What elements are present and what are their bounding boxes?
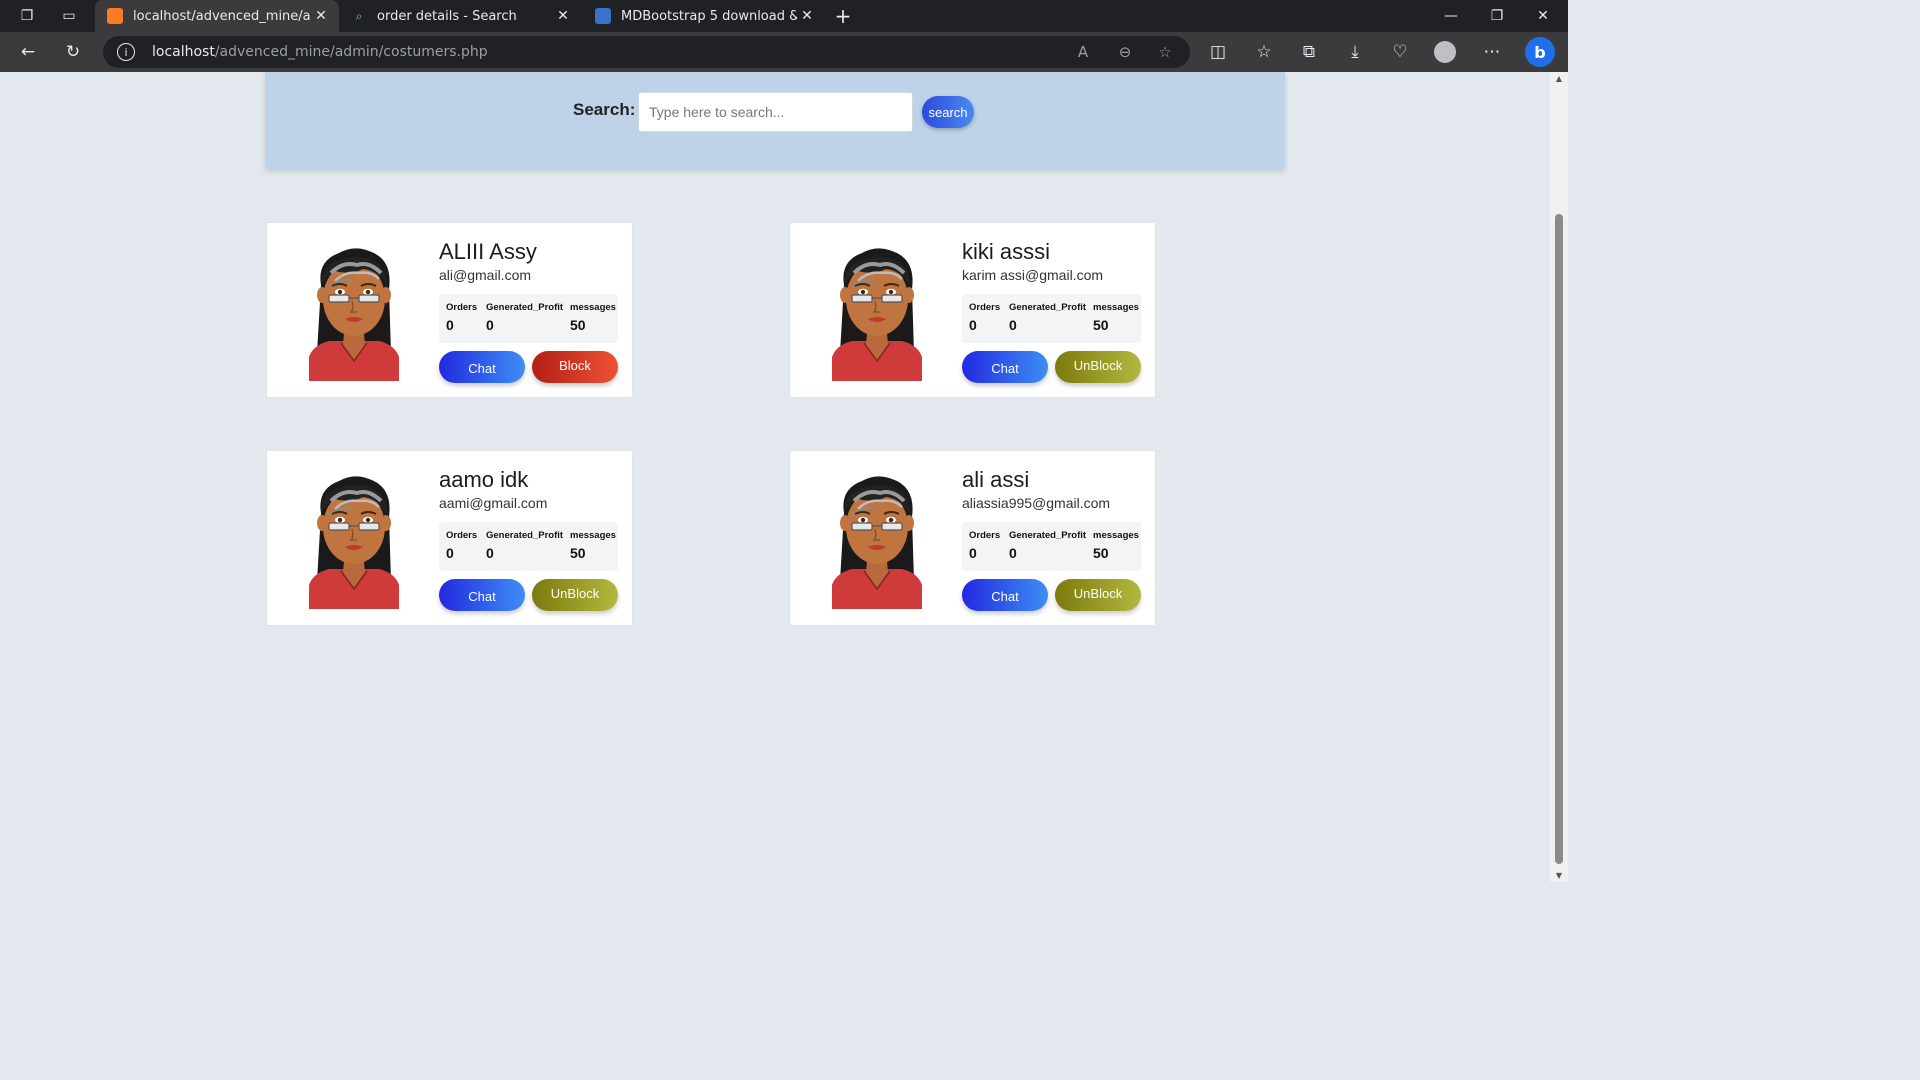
read-aloud-icon[interactable]: A xyxy=(1071,40,1095,64)
close-tab-icon[interactable]: ✕ xyxy=(553,8,573,24)
messages-label: messages xyxy=(570,530,616,541)
search-label: Search: xyxy=(573,100,636,119)
profit-label: Generated_Profit xyxy=(486,302,564,313)
profit-label: Generated_Profit xyxy=(1009,302,1087,313)
profit-label: Generated_Profit xyxy=(1009,530,1087,541)
back-icon[interactable]: ← xyxy=(12,32,44,72)
messages-value: 50 xyxy=(570,317,586,333)
tab-title: MDBootstrap 5 download & inst xyxy=(621,8,797,24)
more-options-icon[interactable]: ⋯ xyxy=(1476,32,1508,72)
customer-email: ali@gmail.com xyxy=(439,267,532,283)
customer-email: aami@gmail.com xyxy=(439,495,548,511)
scroll-thumb[interactable] xyxy=(1555,214,1563,864)
profit-label: Generated_Profit xyxy=(486,530,564,541)
avatar xyxy=(309,248,399,381)
site-info-icon[interactable]: i xyxy=(117,43,135,61)
orders-label: Orders xyxy=(446,302,478,313)
customer-name: ALIII Assy xyxy=(439,239,537,264)
scrollbar[interactable]: ▲ ▼ xyxy=(1550,72,1568,882)
orders-value: 0 xyxy=(969,317,977,333)
new-tab-icon[interactable]: + xyxy=(820,0,866,32)
search-icon: ⌕ xyxy=(355,8,363,23)
customer-stats: Orders Generated_Profit messages 0 0 50 xyxy=(439,294,618,343)
chat-button[interactable]: Chat xyxy=(439,579,525,611)
avatar xyxy=(309,476,399,609)
refresh-icon[interactable]: ↻ xyxy=(57,32,89,72)
orders-value: 0 xyxy=(446,317,454,333)
tab-actions-icon[interactable]: ▭ xyxy=(46,0,92,32)
avatar xyxy=(832,476,922,609)
tab-title: localhost/advenced_mine/admin xyxy=(133,8,311,24)
customer-card: ALIII Assy ali@gmail.com Orders Generate… xyxy=(266,222,633,398)
chat-button[interactable]: Chat xyxy=(439,351,525,383)
customer-name: ali assi xyxy=(962,467,1030,492)
messages-label: messages xyxy=(1093,530,1139,541)
block-button[interactable]: Block xyxy=(532,351,618,383)
customer-stats: Orders Generated_Profit messages 0 0 50 xyxy=(962,294,1141,343)
chat-button[interactable]: Chat xyxy=(962,351,1048,383)
customer-stats: Orders Generated_Profit messages 0 0 50 xyxy=(439,522,618,571)
close-tab-icon[interactable]: ✕ xyxy=(797,8,817,24)
browser-essentials-icon[interactable]: ♡ xyxy=(1384,32,1416,72)
favorite-star-icon[interactable]: ☆ xyxy=(1153,40,1177,64)
page-viewport: Search: search ALIII Assy ali@gmail.com … xyxy=(0,72,1550,882)
close-tab-icon[interactable]: ✕ xyxy=(311,8,331,24)
mdb-icon xyxy=(595,8,611,24)
messages-value: 50 xyxy=(1093,545,1109,561)
tab-title: order details - Search xyxy=(377,8,517,24)
orders-label: Orders xyxy=(969,302,1001,313)
customer-card: aamo idk aami@gmail.com Orders Generated… xyxy=(266,450,633,626)
messages-label: messages xyxy=(1093,302,1139,313)
chat-button[interactable]: Chat xyxy=(962,579,1048,611)
avatar xyxy=(832,248,922,381)
profit-value: 0 xyxy=(486,545,494,561)
messages-label: messages xyxy=(570,302,616,313)
browser-toolbar: ← ↻ i localhost/advenced_mine/admin/cost… xyxy=(0,32,1568,72)
close-window-icon[interactable]: ✕ xyxy=(1520,0,1566,32)
browser-titlebar: ❐ ▭ localhost/advenced_mine/admin ✕ ⌕ or… xyxy=(0,0,1568,32)
orders-label: Orders xyxy=(969,530,1001,541)
url-text[interactable]: localhost/advenced_mine/admin/costumers.… xyxy=(152,44,488,60)
orders-value: 0 xyxy=(969,545,977,561)
messages-value: 50 xyxy=(1093,317,1109,333)
customer-email: aliassia995@gmail.com xyxy=(962,495,1111,511)
customer-name: kiki asssi xyxy=(962,239,1051,264)
tab-mdbootstrap[interactable]: MDBootstrap 5 download & inst ✕ xyxy=(583,0,825,32)
scroll-down-icon[interactable]: ▼ xyxy=(1553,871,1565,880)
orders-value: 0 xyxy=(446,545,454,561)
customer-card: kiki asssi karim assi@gmail.com Orders G… xyxy=(789,222,1156,398)
collections-icon[interactable]: ⧉ xyxy=(1293,32,1325,72)
profit-value: 0 xyxy=(1009,545,1017,561)
customer-stats: Orders Generated_Profit messages 0 0 50 xyxy=(962,522,1141,571)
profit-value: 0 xyxy=(1009,317,1017,333)
minimize-icon[interactable]: — xyxy=(1428,0,1474,32)
split-screen-icon[interactable]: ◫ xyxy=(1202,32,1234,72)
search-input[interactable] xyxy=(638,92,913,132)
profile-icon[interactable] xyxy=(1429,32,1461,72)
tab-customers[interactable]: localhost/advenced_mine/admin ✕ xyxy=(95,0,339,32)
address-bar[interactable]: i localhost/advenced_mine/admin/costumer… xyxy=(103,36,1190,68)
restore-icon[interactable]: ❐ xyxy=(1474,0,1520,32)
zoom-icon[interactable]: ⊖ xyxy=(1113,40,1137,64)
profit-value: 0 xyxy=(486,317,494,333)
xampp-icon xyxy=(107,8,123,24)
messages-value: 50 xyxy=(570,545,586,561)
unblock-button[interactable]: UnBlock xyxy=(1055,579,1141,611)
url-host: localhost xyxy=(152,44,215,60)
search-panel: Search: search xyxy=(265,72,1285,169)
downloads-icon[interactable]: ⤓ xyxy=(1339,32,1371,72)
customer-card: ali assi aliassia995@gmail.com Orders Ge… xyxy=(789,450,1156,626)
unblock-button[interactable]: UnBlock xyxy=(1055,351,1141,383)
customer-name: aamo idk xyxy=(439,467,529,492)
scroll-up-icon[interactable]: ▲ xyxy=(1553,74,1565,83)
favorites-icon[interactable]: ☆ xyxy=(1248,32,1280,72)
unblock-button[interactable]: UnBlock xyxy=(532,579,618,611)
url-path: /advenced_mine/admin/costumers.php xyxy=(214,44,488,60)
copilot-icon[interactable]: b xyxy=(1524,32,1556,72)
search-button[interactable]: search xyxy=(922,96,974,128)
customer-email: karim assi@gmail.com xyxy=(962,267,1104,283)
tab-search[interactable]: ⌕ order details - Search ✕ xyxy=(339,0,581,32)
workspaces-icon[interactable]: ❐ xyxy=(4,0,50,32)
orders-label: Orders xyxy=(446,530,478,541)
